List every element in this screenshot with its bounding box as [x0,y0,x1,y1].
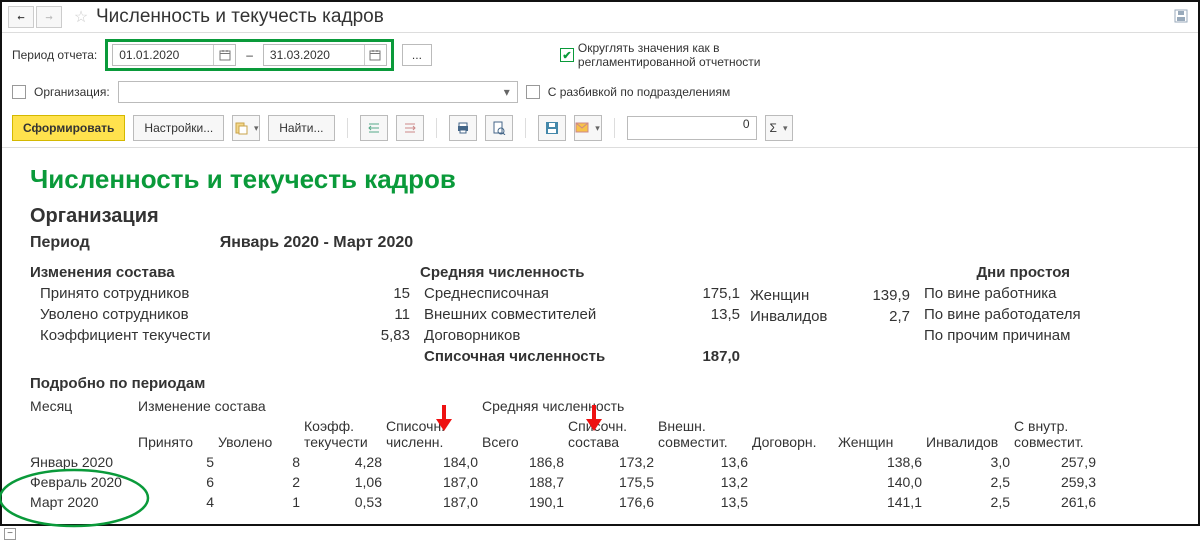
preview-button[interactable] [485,115,513,141]
period-value: Январь 2020 - Март 2020 [220,234,413,252]
round-label: Округлять значения как в регламентирован… [578,41,798,70]
breakdown-label: С разбивкой по подразделениям [548,85,731,99]
table-cell: 1,06 [304,472,386,492]
table-cell: 257,9 [1014,452,1100,472]
settings-button[interactable]: Настройки... [133,115,224,141]
sigma-button[interactable]: Σ▾ [765,115,793,141]
table-cell: 4,28 [304,452,386,472]
table-cell: 140,0 [838,472,926,492]
find-button[interactable]: Найти... [268,115,334,141]
table-cell: 259,3 [1014,472,1100,492]
separator [614,118,615,138]
table-cell: 2,5 [926,472,1014,492]
favorite-star-icon[interactable]: ☆ [70,6,92,28]
calendar-icon[interactable] [213,45,235,65]
table-cell: 138,6 [838,452,926,472]
table-cell: 13,6 [658,452,752,472]
round-checkbox[interactable]: ✔ Округлять значения как в регламентиров… [560,41,798,70]
table-cell: 187,0 [386,492,482,512]
date-from-input[interactable]: 01.01.2020 [112,44,236,66]
table-cell: 13,5 [658,492,752,512]
date-to-value: 31.03.2020 [264,48,364,62]
chevron-down-icon: ▾ [783,123,788,134]
period-more-button[interactable]: ... [402,44,432,66]
table-cell: 13,2 [658,472,752,492]
collapse-button[interactable] [396,115,424,141]
nav-forward-button[interactable]: → [36,6,62,28]
expand-button[interactable] [360,115,388,141]
table-cell: 176,6 [568,492,658,512]
table-cell: 2,5 [926,492,1014,512]
nav-back-button[interactable]: ← [8,6,34,28]
table-cell: 3,0 [926,452,1014,472]
date-from-value: 01.01.2020 [113,48,213,62]
table-cell: 141,1 [838,492,926,512]
arrow-down-icon [582,403,606,433]
breakdown-checkbox[interactable] [526,85,540,99]
table-cell: 0,53 [304,492,386,512]
chevron-down-icon: ▾ [595,123,600,134]
separator [525,118,526,138]
report-body: − Численность и текучесть кадров Организ… [2,148,1198,524]
mail-button[interactable]: ▾ [574,115,602,141]
detail-header: Подробно по периодам [30,375,1170,392]
report-title: Численность и текучесть кадров [30,164,1170,195]
table-cell: 184,0 [386,452,482,472]
save-button[interactable] [538,115,566,141]
period-label: Период [30,234,90,252]
changes-header: Изменения состава [30,264,410,281]
date-to-input[interactable]: 31.03.2020 [263,44,387,66]
table-cell [752,508,838,512]
table-cell [752,488,838,492]
page-title: Численность и текучесть кадров [96,6,384,28]
calendar-icon[interactable] [364,45,386,65]
org-label: Организация: [34,85,110,99]
table-cell: 188,7 [482,472,568,492]
table-cell: 186,8 [482,452,568,472]
separator [347,118,348,138]
table-cell: 1 [218,492,304,512]
table-cell: 173,2 [568,452,658,472]
clipboard-button[interactable]: ▾ [232,115,260,141]
separator [436,118,437,138]
number-input[interactable]: 0 [627,116,757,140]
org-checkbox[interactable] [12,85,26,99]
form-button[interactable]: Сформировать [12,115,125,141]
check-icon: ✔ [560,48,574,62]
oval-highlight-icon [0,466,156,530]
table-cell: 187,0 [386,472,482,492]
table-cell [752,468,838,472]
dropdown-icon[interactable]: ▾ [497,85,517,99]
table-cell: 175,5 [568,472,658,492]
save-icon[interactable] [1174,9,1192,26]
period-box: 01.01.2020 – 31.03.2020 [105,39,394,71]
print-button[interactable] [449,115,477,141]
avg-header: Средняя численность [420,264,740,281]
table-cell: 190,1 [482,492,568,512]
table-cell: 261,6 [1014,492,1100,512]
table-cell: 8 [218,452,304,472]
table-cell: 2 [218,472,304,492]
data-rows: Январь 2020584,28184,0186,8173,213,6138,… [30,452,1170,512]
date-dash: – [242,48,257,62]
report-org: Организация [30,205,1170,228]
arrow-down-icon [432,403,456,433]
period-label: Период отчета: [12,48,97,62]
org-input[interactable]: ▾ [118,81,518,103]
chevron-down-icon: ▾ [254,123,259,134]
idle-header: Дни простоя [920,264,1170,281]
